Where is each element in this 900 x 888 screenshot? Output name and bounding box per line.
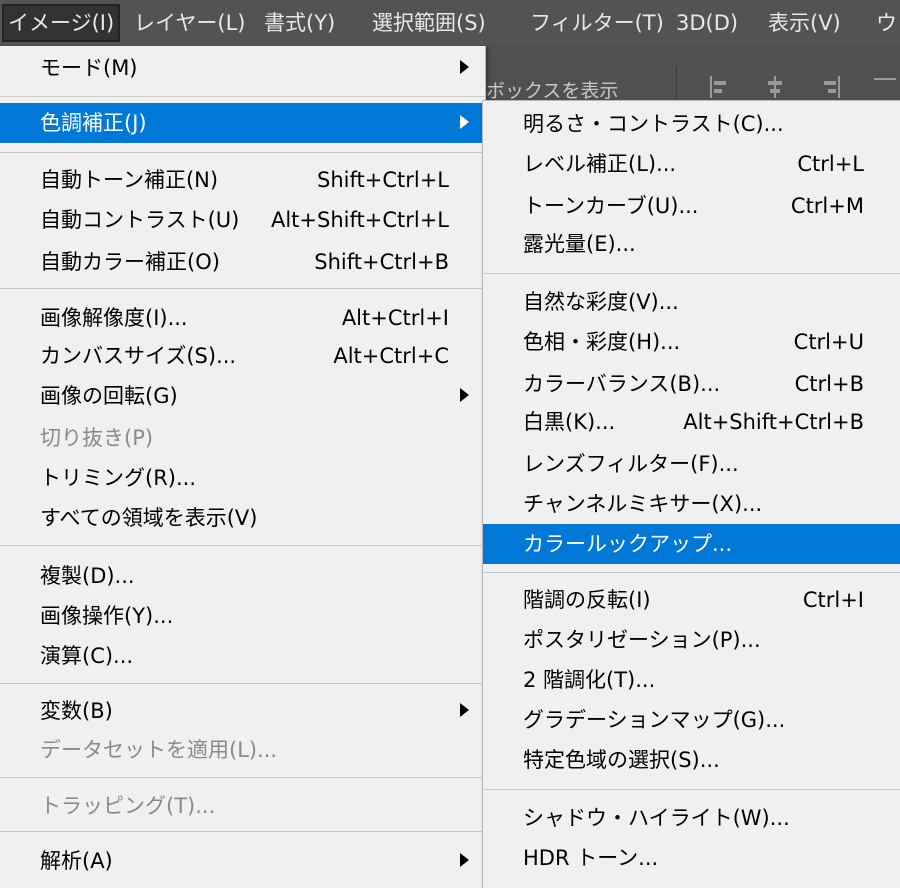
options-bar: ボックスを表示	[486, 46, 900, 102]
menu-item-image-rotation[interactable]: 画像の回転(G)	[0, 376, 485, 416]
menu-separator	[0, 96, 485, 97]
submenu-item-color-lookup[interactable]: カラールックアップ...	[483, 524, 900, 564]
menu-item-canvas-size[interactable]: カンバスサイズ(S)... Alt+Ctrl+C	[0, 336, 485, 376]
menu-item-auto-color[interactable]: 自動カラー補正(O) Shift+Ctrl+B	[0, 242, 485, 282]
align-top-icon[interactable]	[874, 76, 896, 98]
menu-item-trapping: トラッピング(T)...	[40, 794, 216, 818]
submenu-item-brightness-contrast[interactable]: 明るさ・コントラスト(C)...	[483, 104, 900, 144]
menu-separator	[0, 152, 485, 153]
menu-item-variables[interactable]: 変数(B)	[0, 691, 485, 731]
submenu-arrow-icon	[460, 703, 469, 717]
submenu-arrow-icon	[460, 60, 469, 74]
submenu-item-photo-filter[interactable]: レンズフィルター(F)...	[483, 444, 900, 484]
align-center-icon[interactable]	[764, 76, 786, 98]
submenu-arrow-icon	[460, 115, 469, 129]
adjustments-submenu: 明るさ・コントラスト(C)... レベル補正(L)... Ctrl+L トーンカ…	[482, 100, 900, 888]
menubar-item-select[interactable]: 選択範囲(S)	[368, 0, 490, 46]
menubar-item-image[interactable]: イメージ(I)	[2, 4, 121, 42]
menu-item-apply-data-set: データセットを適用(L)...	[40, 738, 278, 762]
menu-item-apply-image[interactable]: 画像操作(Y)...	[0, 596, 485, 636]
menu-item-reveal-all[interactable]: すべての領域を表示(V)	[0, 498, 485, 538]
submenu-item-invert[interactable]: 階調の反転(I) Ctrl+I	[483, 580, 900, 620]
menu-item-adjustments[interactable]: 色調補正(J)	[0, 103, 485, 143]
menu-item-auto-contrast[interactable]: 自動コントラスト(U) Alt+Shift+Ctrl+L	[0, 200, 485, 240]
submenu-item-gradient-map[interactable]: グラデーションマップ(G)...	[483, 700, 900, 740]
menu-separator	[0, 288, 485, 289]
menu-bar: イメージ(I) レイヤー(L) 書式(Y) 選択範囲(S) フィルター(T) 3…	[0, 0, 900, 46]
submenu-arrow-icon	[460, 388, 469, 402]
menu-separator	[0, 777, 485, 778]
options-divider	[676, 66, 677, 102]
submenu-item-selective-color[interactable]: 特定色域の選択(S)...	[483, 740, 900, 780]
menubar-item-layer[interactable]: レイヤー(L)	[130, 0, 249, 46]
menu-item-auto-tone[interactable]: 自動トーン補正(N) Shift+Ctrl+L	[0, 160, 485, 200]
menu-item-duplicate[interactable]: 複製(D)...	[0, 556, 485, 596]
menubar-item-filter[interactable]: フィルター(T)	[526, 0, 668, 46]
menubar-item-type[interactable]: 書式(Y)	[260, 0, 339, 46]
menu-separator	[483, 273, 900, 274]
submenu-item-posterize[interactable]: ポスタリゼーション(P)...	[483, 620, 900, 660]
submenu-item-channel-mixer[interactable]: チャンネルミキサー(X)...	[483, 484, 900, 524]
menu-separator	[0, 545, 485, 546]
menu-separator	[483, 572, 900, 573]
submenu-item-shadows-highlights[interactable]: シャドウ・ハイライト(W)...	[483, 798, 900, 838]
submenu-item-vibrance[interactable]: 自然な彩度(V)...	[483, 282, 900, 322]
align-right-icon[interactable]	[820, 76, 842, 98]
submenu-item-threshold[interactable]: 2 階調化(T)...	[483, 660, 900, 700]
menubar-item-window[interactable]: ウ	[872, 0, 900, 46]
submenu-item-hdr-toning[interactable]: HDR トーン...	[483, 838, 900, 878]
menubar-item-view[interactable]: 表示(V)	[764, 0, 845, 46]
menu-item-mode[interactable]: モード(M)	[0, 48, 485, 88]
menubar-item-3d[interactable]: 3D(D)	[672, 0, 742, 46]
menu-item-calculations[interactable]: 演算(C)...	[0, 636, 485, 676]
submenu-item-hue-saturation[interactable]: 色相・彩度(H)... Ctrl+U	[483, 322, 900, 362]
image-menu: モード(M) 色調補正(J) 自動トーン補正(N) Shift+Ctrl+L 自…	[0, 46, 486, 888]
menu-item-analysis[interactable]: 解析(A)	[0, 841, 485, 881]
submenu-item-curves[interactable]: トーンカーブ(U)... Ctrl+M	[483, 186, 900, 226]
align-left-icon[interactable]	[708, 76, 730, 98]
submenu-item-color-balance[interactable]: カラーバランス(B)... Ctrl+B	[483, 364, 900, 404]
submenu-item-levels[interactable]: レベル補正(L)... Ctrl+L	[483, 144, 900, 184]
menu-item-trim[interactable]: トリミング(R)...	[0, 458, 485, 498]
menu-separator	[483, 789, 900, 790]
menu-item-image-size[interactable]: 画像解像度(I)... Alt+Ctrl+I	[0, 298, 485, 338]
menu-separator	[0, 831, 485, 832]
submenu-item-exposure[interactable]: 露光量(E)...	[483, 224, 900, 264]
show-transform-controls-label[interactable]: ボックスを表示	[486, 76, 618, 102]
menu-separator	[0, 683, 485, 684]
submenu-item-black-white[interactable]: 白黒(K)... Alt+Shift+Ctrl+B	[483, 402, 900, 442]
menu-item-crop: 切り抜き(P)	[40, 426, 154, 450]
submenu-arrow-icon	[460, 853, 469, 867]
